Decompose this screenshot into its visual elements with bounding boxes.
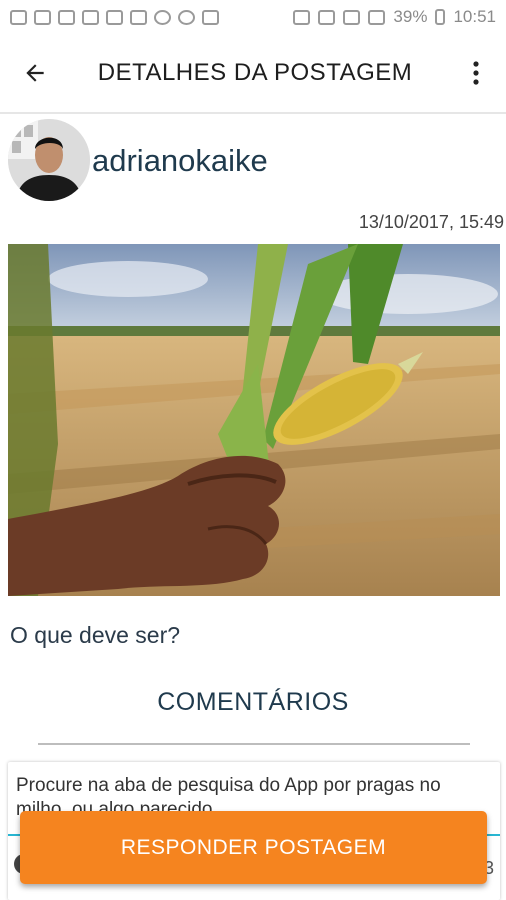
amazon-icon: [82, 9, 99, 25]
comments-heading: COMENTÁRIOS: [157, 688, 349, 716]
status-bar: 39% 10:51: [0, 0, 506, 34]
reply-post-button[interactable]: RESPONDER POSTAGEM: [20, 811, 487, 884]
corn-field-photo: [8, 244, 500, 596]
notification-icons: [10, 9, 219, 25]
sim-icon: [343, 9, 361, 25]
message-icon: [10, 9, 27, 25]
signal-icon: [368, 9, 386, 25]
user-photo: [8, 119, 90, 201]
battery-icon: [435, 9, 446, 25]
play-store-icon: [202, 9, 219, 25]
wifi-icon: [318, 9, 336, 25]
divider: [38, 743, 470, 745]
instagram-icon: [58, 9, 75, 25]
post-text: O que deve ser?: [10, 622, 181, 648]
post-image[interactable]: [8, 244, 500, 596]
android-icon: [178, 9, 195, 25]
page-title: DETALHES DA POSTAGEM: [97, 59, 413, 86]
instagram-icon: [106, 9, 123, 25]
battery-percent: 39%: [393, 7, 428, 26]
post-date: 13/10/2017, 15:49: [358, 212, 504, 232]
image-icon: [34, 9, 51, 25]
post-username[interactable]: adrianokaike: [92, 143, 268, 179]
arrow-left-icon: [26, 64, 44, 82]
more-options-button[interactable]: [446, 33, 506, 113]
instagram-icon: [130, 9, 147, 25]
more-vertical-icon: [473, 61, 479, 85]
app-bar: DETALHES DA POSTAGEM: [0, 34, 506, 114]
clock: 10:51: [453, 7, 496, 26]
system-status: 39% 10:51: [293, 7, 496, 27]
android-icon: [154, 9, 171, 25]
avatar[interactable]: [8, 119, 90, 201]
mute-icon: [293, 9, 311, 25]
back-button[interactable]: [0, 33, 70, 113]
